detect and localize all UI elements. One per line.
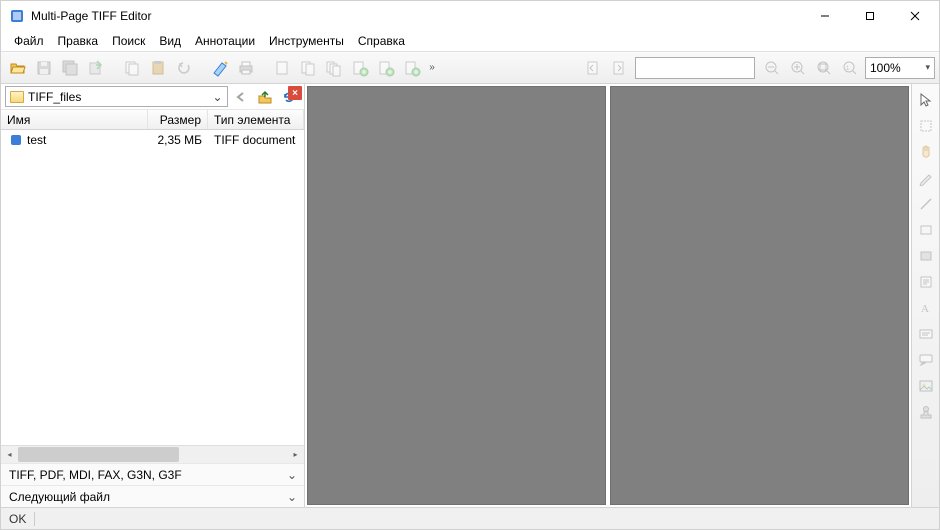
col-type-header[interactable]: Тип элемента: [208, 110, 304, 129]
menu-bar: Файл Правка Поиск Вид Аннотации Инструме…: [1, 31, 939, 52]
note-tool[interactable]: [914, 270, 938, 294]
horizontal-scrollbar[interactable]: ◂ ▸: [1, 445, 304, 462]
next-file-text: Следующий файл: [5, 490, 284, 504]
menu-help[interactable]: Справка: [351, 32, 412, 50]
title-bar: Multi-Page TIFF Editor: [1, 1, 939, 31]
open-button[interactable]: [5, 55, 30, 80]
undo-button[interactable]: [171, 55, 196, 80]
main-toolbar: » 1 100% ▾: [1, 52, 939, 84]
textbox-tool[interactable]: [914, 322, 938, 346]
chevron-expand-icon[interactable]: ⌄: [284, 490, 300, 504]
scroll-right-button[interactable]: ▸: [287, 446, 304, 463]
toolbar-more[interactable]: »: [425, 62, 439, 73]
annotation-toolbar: A: [911, 84, 939, 507]
filter-text: TIFF, PDF, MDI, FAX, G3N, G3F: [5, 468, 284, 482]
menu-annotations[interactable]: Аннотации: [188, 32, 262, 50]
col-name-header[interactable]: Имя: [1, 110, 148, 129]
save-button[interactable]: [31, 55, 56, 80]
page-tool-1[interactable]: [269, 55, 294, 80]
status-bar: OK: [1, 507, 939, 529]
menu-search[interactable]: Поиск: [105, 32, 152, 50]
image-tool[interactable]: [914, 374, 938, 398]
copy-button[interactable]: [119, 55, 144, 80]
pencil-tool[interactable]: [914, 166, 938, 190]
hand-tool[interactable]: [914, 140, 938, 164]
tiff-file-icon: [9, 133, 23, 147]
marquee-tool[interactable]: [914, 114, 938, 138]
minimize-button[interactable]: [802, 2, 847, 30]
zoom-fit-button[interactable]: [811, 55, 836, 80]
scan-button[interactable]: [207, 55, 232, 80]
scroll-left-button[interactable]: ◂: [1, 446, 18, 463]
list-item[interactable]: test 2,35 МБ TIFF document: [1, 130, 304, 150]
viewer-pane-right[interactable]: [610, 86, 909, 505]
filled-rect-tool[interactable]: [914, 244, 938, 268]
toolbar-separator: [199, 56, 204, 80]
maximize-button[interactable]: [847, 2, 892, 30]
status-separator: [34, 512, 35, 526]
window-title: Multi-Page TIFF Editor: [31, 9, 802, 23]
page-tool-3[interactable]: [321, 55, 346, 80]
file-type: TIFF document: [208, 131, 304, 149]
svg-text:1: 1: [846, 66, 850, 72]
zoom-value: 100%: [870, 61, 921, 75]
svg-text:A: A: [921, 303, 929, 315]
print-button[interactable]: [233, 55, 258, 80]
close-button[interactable]: [892, 2, 937, 30]
text-tool[interactable]: A: [914, 296, 938, 320]
next-page-button[interactable]: [606, 55, 631, 80]
scroll-thumb[interactable]: [18, 447, 179, 462]
toolbar-separator: [261, 56, 266, 80]
col-size-header[interactable]: Размер: [148, 110, 208, 129]
menu-edit[interactable]: Правка: [51, 32, 106, 50]
file-name: test: [27, 133, 46, 147]
file-list-header: Имя Размер Тип элемента: [1, 110, 304, 130]
zoom-out-button[interactable]: [759, 55, 784, 80]
chevron-down-icon[interactable]: ▾: [921, 62, 930, 73]
path-text: TIFF_files: [28, 90, 210, 104]
zoom-actual-button[interactable]: 1: [837, 55, 862, 80]
line-tool[interactable]: [914, 192, 938, 216]
close-panel-button[interactable]: ×: [288, 86, 302, 100]
rect-tool[interactable]: [914, 218, 938, 242]
save-all-button[interactable]: [57, 55, 82, 80]
file-list: Имя Размер Тип элемента test 2,35 МБ TIF…: [1, 110, 304, 463]
menu-file[interactable]: Файл: [7, 32, 51, 50]
nav-back-button[interactable]: [230, 86, 252, 108]
add-page-2[interactable]: [373, 55, 398, 80]
paste-button[interactable]: [145, 55, 170, 80]
status-text: OK: [9, 512, 26, 526]
path-combo[interactable]: TIFF_files ⌄: [5, 86, 228, 107]
address-input[interactable]: [635, 57, 755, 79]
viewer-area: A: [305, 84, 939, 507]
toolbar-separator: [111, 56, 116, 80]
page-tool-2[interactable]: [295, 55, 320, 80]
callout-tool[interactable]: [914, 348, 938, 372]
cursor-tool[interactable]: [914, 88, 938, 112]
zoom-in-button[interactable]: [785, 55, 810, 80]
file-filter-combo[interactable]: TIFF, PDF, MDI, FAX, G3N, G3F ⌄: [1, 463, 304, 485]
folder-icon: [10, 91, 24, 103]
menu-view[interactable]: Вид: [152, 32, 188, 50]
export-button[interactable]: [83, 55, 108, 80]
chevron-down-icon[interactable]: ⌄: [284, 468, 300, 482]
app-icon: [9, 8, 25, 24]
zoom-combo[interactable]: 100% ▾: [865, 57, 935, 79]
next-file-combo[interactable]: Следующий файл ⌄: [1, 485, 304, 507]
file-browser-panel: TIFF_files ⌄ × Имя Размер Тип элемента t…: [1, 84, 305, 507]
nav-up-button[interactable]: [254, 86, 276, 108]
menu-tools[interactable]: Инструменты: [262, 32, 351, 50]
stamp-tool[interactable]: [914, 400, 938, 424]
add-page-3[interactable]: [399, 55, 424, 80]
add-page-1[interactable]: [347, 55, 372, 80]
file-size: 2,35 МБ: [148, 131, 208, 149]
viewer-pane-left[interactable]: [307, 86, 606, 505]
prev-page-button[interactable]: [580, 55, 605, 80]
chevron-down-icon[interactable]: ⌄: [210, 90, 225, 104]
